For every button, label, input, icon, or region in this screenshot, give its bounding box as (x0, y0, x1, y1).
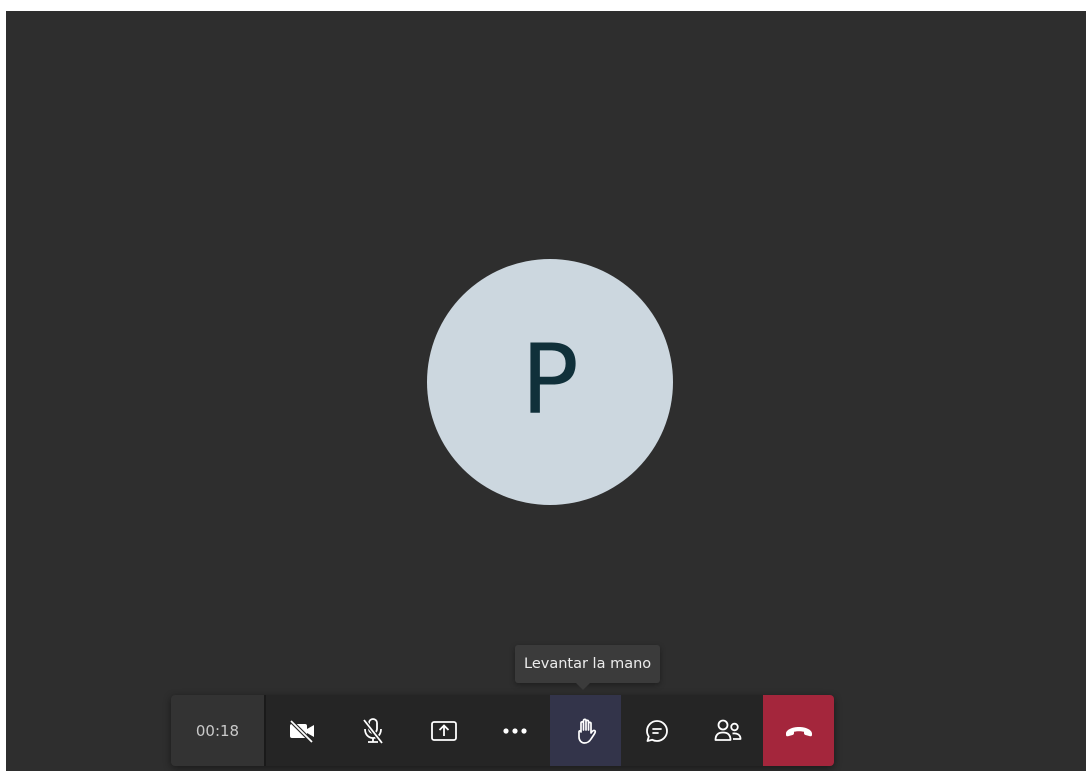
people-icon (713, 718, 743, 744)
video-off-icon (288, 719, 316, 743)
share-tray-icon (430, 719, 458, 743)
raise-hand-tooltip: Levantar la mano (515, 645, 661, 683)
mic-off-icon (361, 717, 385, 745)
chat-button[interactable] (621, 695, 692, 766)
call-timer: 00:18 (171, 695, 264, 766)
meeting-window: P Levantar la mano 00:18 (6, 11, 1086, 771)
hang-up-button[interactable] (763, 695, 834, 766)
chat-icon (644, 718, 670, 744)
avatar-initial: P (521, 324, 579, 436)
more-icon (502, 727, 528, 735)
camera-off-button[interactable] (266, 695, 337, 766)
raise-hand-button[interactable] (550, 695, 621, 766)
participants-button[interactable] (692, 695, 763, 766)
tooltip-arrow (576, 683, 590, 690)
more-actions-button[interactable] (479, 695, 550, 766)
video-stage: P Levantar la mano 00:18 (6, 11, 1086, 771)
participant-avatar: P (427, 259, 673, 505)
mic-off-button[interactable] (337, 695, 408, 766)
hand-icon (573, 717, 599, 745)
call-controls-toolbar: 00:18 (171, 695, 834, 766)
share-screen-button[interactable] (408, 695, 479, 766)
phone-hangup-icon (784, 724, 814, 738)
